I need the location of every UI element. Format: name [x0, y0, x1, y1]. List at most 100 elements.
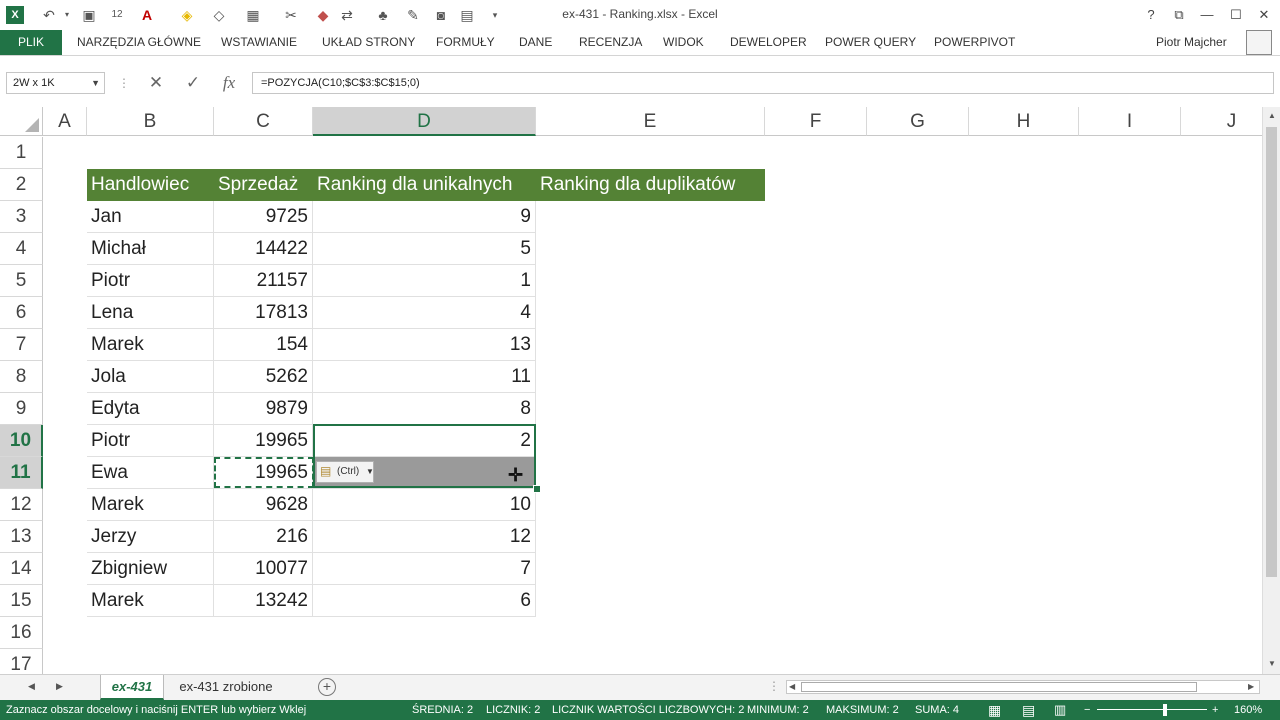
row-header-14[interactable]: 14 [0, 553, 43, 585]
sheet-tab-ex-431[interactable]: ex-431 [100, 675, 164, 700]
tab-narzedzia-glowne[interactable]: NARZĘDZIA GŁÓWNE [77, 30, 201, 55]
cell-sprzedaz[interactable]: 9879 [214, 393, 313, 425]
row-header-6[interactable]: 6 [0, 297, 43, 329]
tab-dane[interactable]: DANE [519, 30, 552, 55]
cell-ranking[interactable]: 12 [313, 521, 536, 553]
help-icon[interactable]: ? [1140, 4, 1162, 26]
tab-deweloper[interactable]: DEWELOPER [730, 30, 807, 55]
cell-sprzedaz[interactable]: 21157 [214, 265, 313, 297]
cell-handlowiec[interactable]: Piotr [87, 265, 214, 297]
minimize-icon[interactable]: — [1196, 4, 1218, 26]
row-header-16[interactable]: 16 [0, 617, 43, 649]
enter-icon[interactable]: ✓ [182, 72, 204, 94]
status-count[interactable]: LICZNIK: 2 [486, 700, 540, 720]
normal-view-icon[interactable]: ▦ [988, 700, 1001, 720]
status-max[interactable]: MAKSIMUM: 2 [826, 700, 899, 720]
row-header-7[interactable]: 7 [0, 329, 43, 361]
cell-handlowiec[interactable]: Marek [87, 489, 214, 521]
cell-sprzedaz[interactable]: 19965 [214, 457, 313, 489]
horizontal-scroll-thumb[interactable] [801, 682, 1197, 692]
cell-ranking[interactable]: 6 [313, 585, 536, 617]
cell-ranking[interactable]: 13 [313, 329, 536, 361]
cell-ranking[interactable]: 4 [313, 297, 536, 329]
cell-handlowiec[interactable]: Edyta [87, 393, 214, 425]
cell-sprzedaz[interactable]: 216 [214, 521, 313, 553]
column-header-j[interactable]: J [1181, 107, 1262, 136]
tab-recenzja[interactable]: RECENZJA [579, 30, 642, 55]
worksheet-grid[interactable]: A B C D E F G H I J 1 2 3 4 5 6 7 8 9 10 11 12 13 14 1… [0, 107, 1262, 674]
column-header-f[interactable]: F [765, 107, 867, 136]
tab-widok[interactable]: WIDOK [663, 30, 704, 55]
next-sheet-icon[interactable]: ▶ [56, 681, 63, 692]
cell-sprzedaz[interactable]: 5262 [214, 361, 313, 393]
row-header-8[interactable]: 8 [0, 361, 43, 393]
status-sum[interactable]: SUMA: 4 [915, 700, 959, 720]
cell-sprzedaz[interactable]: 13242 [214, 585, 313, 617]
row-header-11[interactable]: 11 [0, 457, 43, 489]
tab-splitter-icon[interactable]: ⋮ [768, 679, 780, 693]
header-handlowiec[interactable]: Handlowiec [87, 169, 214, 201]
column-header-g[interactable]: G [867, 107, 969, 136]
cell-handlowiec[interactable]: Ewa [87, 457, 214, 489]
cell-sprzedaz[interactable]: 14422 [214, 233, 313, 265]
header-sprzedaz[interactable]: Sprzedaż [214, 169, 313, 201]
tab-power-query[interactable]: POWER QUERY [825, 30, 916, 55]
cell-handlowiec[interactable]: Michał [87, 233, 214, 265]
cell-ranking[interactable]: 2 [313, 425, 536, 457]
formula-bar-dots-icon[interactable]: ⋮ [118, 72, 130, 94]
cell-ranking[interactable]: 11 [313, 361, 536, 393]
cell-handlowiec[interactable]: Zbigniew [87, 553, 214, 585]
chevron-down-icon[interactable]: ▼ [91, 73, 100, 93]
fill-handle[interactable] [533, 485, 541, 493]
header-ranking-unikalnych[interactable]: Ranking dla unikalnych [313, 169, 536, 201]
cell-handlowiec[interactable]: Marek [87, 329, 214, 361]
cell-ranking[interactable]: 8 [313, 393, 536, 425]
cell-handlowiec[interactable]: Marek [87, 585, 214, 617]
column-header-b[interactable]: B [87, 107, 214, 136]
user-name[interactable]: Piotr Majcher [1156, 30, 1227, 54]
tab-powerpivot[interactable]: POWERPIVOT [934, 30, 1015, 55]
horizontal-scrollbar[interactable]: ◀ ▶ [786, 680, 1260, 694]
status-numeric-count[interactable]: LICZNIK WARTOŚCI LICZBOWYCH: 2 [552, 700, 744, 720]
row-header-9[interactable]: 9 [0, 393, 43, 425]
select-all-button[interactable] [0, 107, 43, 136]
tab-plik[interactable]: PLIK [0, 30, 62, 55]
row-header-5[interactable]: 5 [0, 265, 43, 297]
zoom-in-icon[interactable]: + [1212, 700, 1218, 720]
add-sheet-icon[interactable]: + [318, 678, 336, 696]
vertical-scrollbar[interactable]: ▲ ▼ [1262, 107, 1280, 674]
row-header-15[interactable]: 15 [0, 585, 43, 617]
cell-sprzedaz[interactable]: 9628 [214, 489, 313, 521]
cell-sprzedaz[interactable]: 154 [214, 329, 313, 361]
cell-handlowiec[interactable]: Jerzy [87, 521, 214, 553]
row-header-17[interactable]: 17 [0, 649, 43, 674]
cell-sprzedaz[interactable]: 19965 [214, 425, 313, 457]
name-box[interactable]: 2W x 1K ▼ [6, 72, 105, 94]
column-header-e[interactable]: E [536, 107, 765, 136]
column-header-c[interactable]: C [214, 107, 313, 136]
insert-function-icon[interactable]: fx [216, 72, 242, 94]
cell-handlowiec[interactable]: Jola [87, 361, 214, 393]
status-average[interactable]: ŚREDNIA: 2 [412, 700, 473, 720]
cell-handlowiec[interactable]: Jan [87, 201, 214, 233]
row-header-12[interactable]: 12 [0, 489, 43, 521]
vertical-scroll-thumb[interactable] [1266, 127, 1277, 577]
zoom-out-icon[interactable]: − [1084, 700, 1090, 720]
page-break-view-icon[interactable]: ▥ [1054, 700, 1066, 720]
cancel-icon[interactable]: ✕ [146, 72, 166, 94]
formula-input[interactable]: =POZYCJA(C10;$C$3:$C$15;0) [252, 72, 1274, 94]
tab-uklad-strony[interactable]: UKŁAD STRONY [322, 30, 415, 55]
row-header-13[interactable]: 13 [0, 521, 43, 553]
scroll-down-icon[interactable]: ▼ [1268, 659, 1276, 668]
cell-sprzedaz[interactable]: 10077 [214, 553, 313, 585]
zoom-level[interactable]: 160% [1234, 700, 1262, 720]
maximize-icon[interactable]: ☐ [1225, 4, 1247, 26]
scroll-up-icon[interactable]: ▲ [1268, 111, 1276, 120]
cell-handlowiec[interactable]: Lena [87, 297, 214, 329]
cell-handlowiec[interactable]: Piotr [87, 425, 214, 457]
column-header-i[interactable]: I [1079, 107, 1181, 136]
cell-sprzedaz[interactable]: 17813 [214, 297, 313, 329]
close-icon[interactable]: ✕ [1253, 4, 1275, 26]
column-header-h[interactable]: H [969, 107, 1079, 136]
cell-ranking[interactable]: 9 [313, 201, 536, 233]
